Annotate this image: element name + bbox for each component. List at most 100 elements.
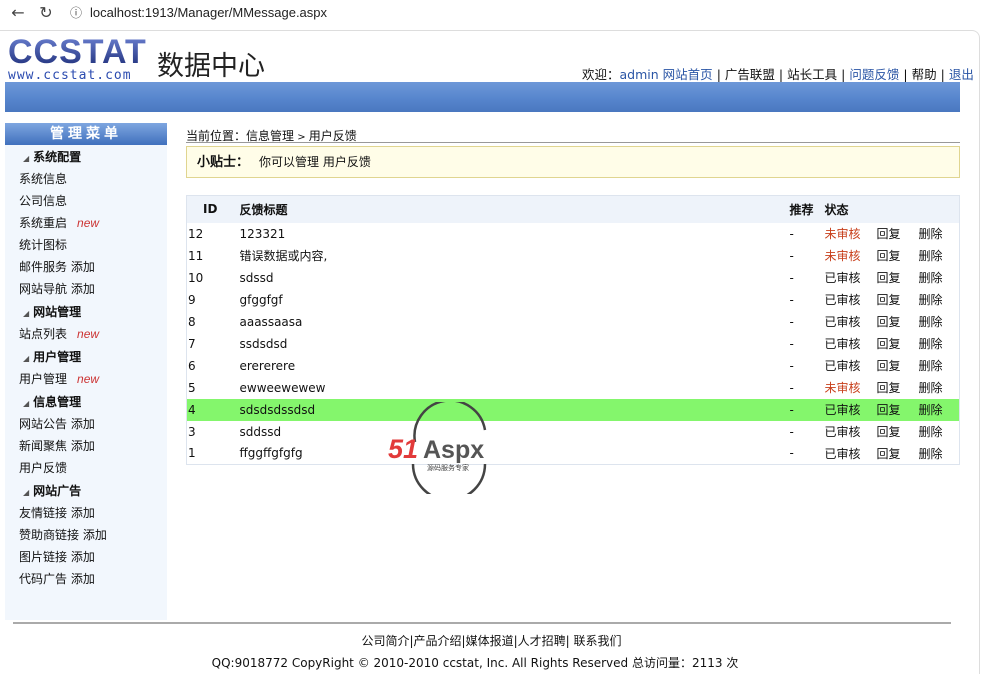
footer-link[interactable]: 公司简介 bbox=[361, 634, 409, 648]
sidebar-item[interactable]: 赞助商链接 添加 bbox=[5, 524, 167, 546]
reply-link[interactable]: 回复 bbox=[877, 311, 919, 333]
sidebar-item[interactable]: 系统信息 bbox=[5, 168, 167, 190]
cell-title[interactable]: 123321 bbox=[233, 223, 785, 245]
cell-title[interactable]: erererere bbox=[233, 355, 785, 377]
delete-link[interactable]: 删除 bbox=[919, 311, 960, 333]
tip-box: 小贴士： 你可以管理 用户反馈 bbox=[186, 146, 960, 178]
refresh-icon[interactable]: ↻ bbox=[36, 3, 56, 22]
footer-link[interactable]: 产品介绍 bbox=[414, 634, 462, 648]
status-link[interactable]: 未审核 bbox=[825, 223, 877, 245]
reply-link[interactable]: 回复 bbox=[877, 223, 919, 245]
logo[interactable]: CCSTAT www.ccstat.com bbox=[8, 35, 153, 83]
reply-link[interactable]: 回复 bbox=[877, 377, 919, 399]
sidebar-item[interactable]: 代码广告 添加 bbox=[5, 568, 167, 590]
delete-link[interactable]: 删除 bbox=[919, 355, 960, 377]
sidebar-item[interactable]: 网站导航 添加 bbox=[5, 278, 167, 300]
status-link[interactable]: 已审核 bbox=[825, 267, 877, 289]
sidebar-group[interactable]: ◢ 信息管理 bbox=[5, 390, 167, 413]
sidebar-group[interactable]: ◢ 网站广告 bbox=[5, 479, 167, 502]
status-link[interactable]: 已审核 bbox=[825, 421, 877, 443]
status-link[interactable]: 已审核 bbox=[825, 333, 877, 355]
back-icon[interactable]: ← bbox=[8, 3, 28, 22]
sidebar-item[interactable]: 网站公告 添加 bbox=[5, 413, 167, 435]
sidebar-item[interactable]: 新闻聚焦 添加 bbox=[5, 435, 167, 457]
status-link[interactable]: 未审核 bbox=[825, 377, 877, 399]
delete-link[interactable]: 删除 bbox=[919, 421, 960, 443]
status-link[interactable]: 已审核 bbox=[824, 398, 877, 421]
reply-link[interactable]: 回复 bbox=[877, 267, 919, 289]
sidebar-item[interactable]: 系统重启 new bbox=[5, 212, 167, 234]
delete-link[interactable]: 删除 bbox=[919, 245, 960, 267]
reply-link[interactable]: 回复 bbox=[877, 333, 919, 355]
cell-title[interactable]: gfggfgf bbox=[233, 289, 785, 311]
sidebar-group-label: 网站管理 bbox=[33, 305, 82, 319]
status-link[interactable]: 已审核 bbox=[825, 311, 877, 333]
sidebar-item-label: 网站公告 添加 bbox=[19, 417, 95, 431]
reply-link[interactable]: 回复 bbox=[876, 398, 919, 421]
cell-title[interactable]: sdssd bbox=[233, 267, 785, 289]
sidebar-item-label: 系统重启 bbox=[19, 216, 68, 230]
sidebar-item[interactable]: 用户反馈 bbox=[5, 457, 167, 479]
sidebar-item[interactable]: 公司信息 bbox=[5, 190, 167, 212]
sidebar-item[interactable]: 邮件服务 添加 bbox=[5, 256, 167, 278]
user-link[interactable]: admin bbox=[620, 67, 659, 82]
status-link[interactable]: 已审核 bbox=[825, 289, 877, 311]
top-link[interactable]: 网站首页 bbox=[663, 67, 713, 82]
top-link[interactable]: 广告联盟 bbox=[725, 67, 775, 82]
sidebar-group[interactable]: ◢ 系统配置 bbox=[5, 145, 167, 168]
sidebar-item[interactable]: 站点列表 new bbox=[5, 323, 167, 345]
copyright: QQ:9018772 CopyRight © 2010-2010 ccstat,… bbox=[211, 656, 739, 670]
cell-title[interactable]: ssdsdsd bbox=[233, 333, 785, 355]
sidebar-group[interactable]: ◢ 用户管理 bbox=[5, 345, 167, 368]
top-link[interactable]: 问题反馈 bbox=[849, 67, 899, 82]
status-link[interactable]: 已审核 bbox=[825, 355, 877, 377]
delete-link[interactable]: 删除 bbox=[919, 443, 960, 465]
triangle-icon: ◢ bbox=[23, 488, 30, 497]
sidebar-item[interactable]: 统计图标 bbox=[5, 234, 167, 256]
cell-id: 4 bbox=[186, 398, 233, 421]
footer-link[interactable]: 人才招聘 bbox=[518, 634, 566, 648]
delete-link[interactable]: 删除 bbox=[919, 223, 960, 245]
sidebar-item[interactable]: 图片链接 添加 bbox=[5, 546, 167, 568]
sidebar-group-label: 信息管理 bbox=[33, 395, 82, 409]
sidebar-item-label: 图片链接 添加 bbox=[19, 550, 95, 564]
new-badge: new bbox=[77, 372, 100, 386]
svg-text:51: 51 bbox=[388, 434, 418, 464]
triangle-icon: ◢ bbox=[23, 354, 30, 363]
sidebar-item[interactable]: 用户管理 new bbox=[5, 368, 167, 390]
footer-link[interactable]: 媒体报道 bbox=[466, 634, 514, 648]
cell-recommend: - bbox=[789, 336, 794, 351]
header-band bbox=[5, 82, 960, 112]
reply-link[interactable]: 回复 bbox=[877, 421, 919, 443]
cell-id: 10 bbox=[188, 270, 204, 285]
top-link[interactable]: 退出 bbox=[949, 67, 974, 82]
delete-link[interactable]: 删除 bbox=[919, 289, 960, 311]
delete-link[interactable]: 删除 bbox=[919, 267, 960, 289]
sidebar-group[interactable]: ◢ 网站管理 bbox=[5, 300, 167, 323]
footer-link[interactable]: 联系我们 bbox=[574, 634, 622, 648]
status-link[interactable]: 已审核 bbox=[825, 443, 877, 465]
sidebar-item-label: 代码广告 添加 bbox=[19, 572, 95, 586]
sidebar-item[interactable]: 友情链接 添加 bbox=[5, 502, 167, 524]
delete-link[interactable]: 删除 bbox=[918, 398, 960, 421]
table-row: 3 sddssd - 已审核 回复 删除 bbox=[187, 421, 960, 443]
reply-link[interactable]: 回复 bbox=[877, 443, 919, 465]
delete-link[interactable]: 删除 bbox=[919, 333, 960, 355]
reply-link[interactable]: 回复 bbox=[877, 355, 919, 377]
cell-title[interactable]: ewweewewew bbox=[233, 377, 785, 399]
cell-title[interactable]: 错误数据或内容, bbox=[233, 245, 785, 267]
top-link[interactable]: 站长工具 bbox=[787, 67, 837, 82]
new-badge: new bbox=[77, 216, 100, 230]
reply-link[interactable]: 回复 bbox=[877, 289, 919, 311]
url-field[interactable]: localhost:1913/Manager/MMessage.aspx bbox=[90, 5, 327, 20]
reply-link[interactable]: 回复 bbox=[877, 245, 919, 267]
cell-title[interactable]: aaassaasa bbox=[233, 311, 785, 333]
delete-link[interactable]: 删除 bbox=[919, 377, 960, 399]
cell-recommend: - bbox=[784, 398, 825, 421]
breadcrumb-prefix: 当前位置： bbox=[186, 129, 247, 143]
info-icon[interactable]: ⓘ bbox=[66, 4, 86, 21]
top-link[interactable]: 帮助 bbox=[912, 67, 937, 82]
status-link[interactable]: 未审核 bbox=[825, 245, 877, 267]
triangle-icon: ◢ bbox=[23, 309, 30, 318]
cell-recommend: - bbox=[789, 446, 794, 461]
